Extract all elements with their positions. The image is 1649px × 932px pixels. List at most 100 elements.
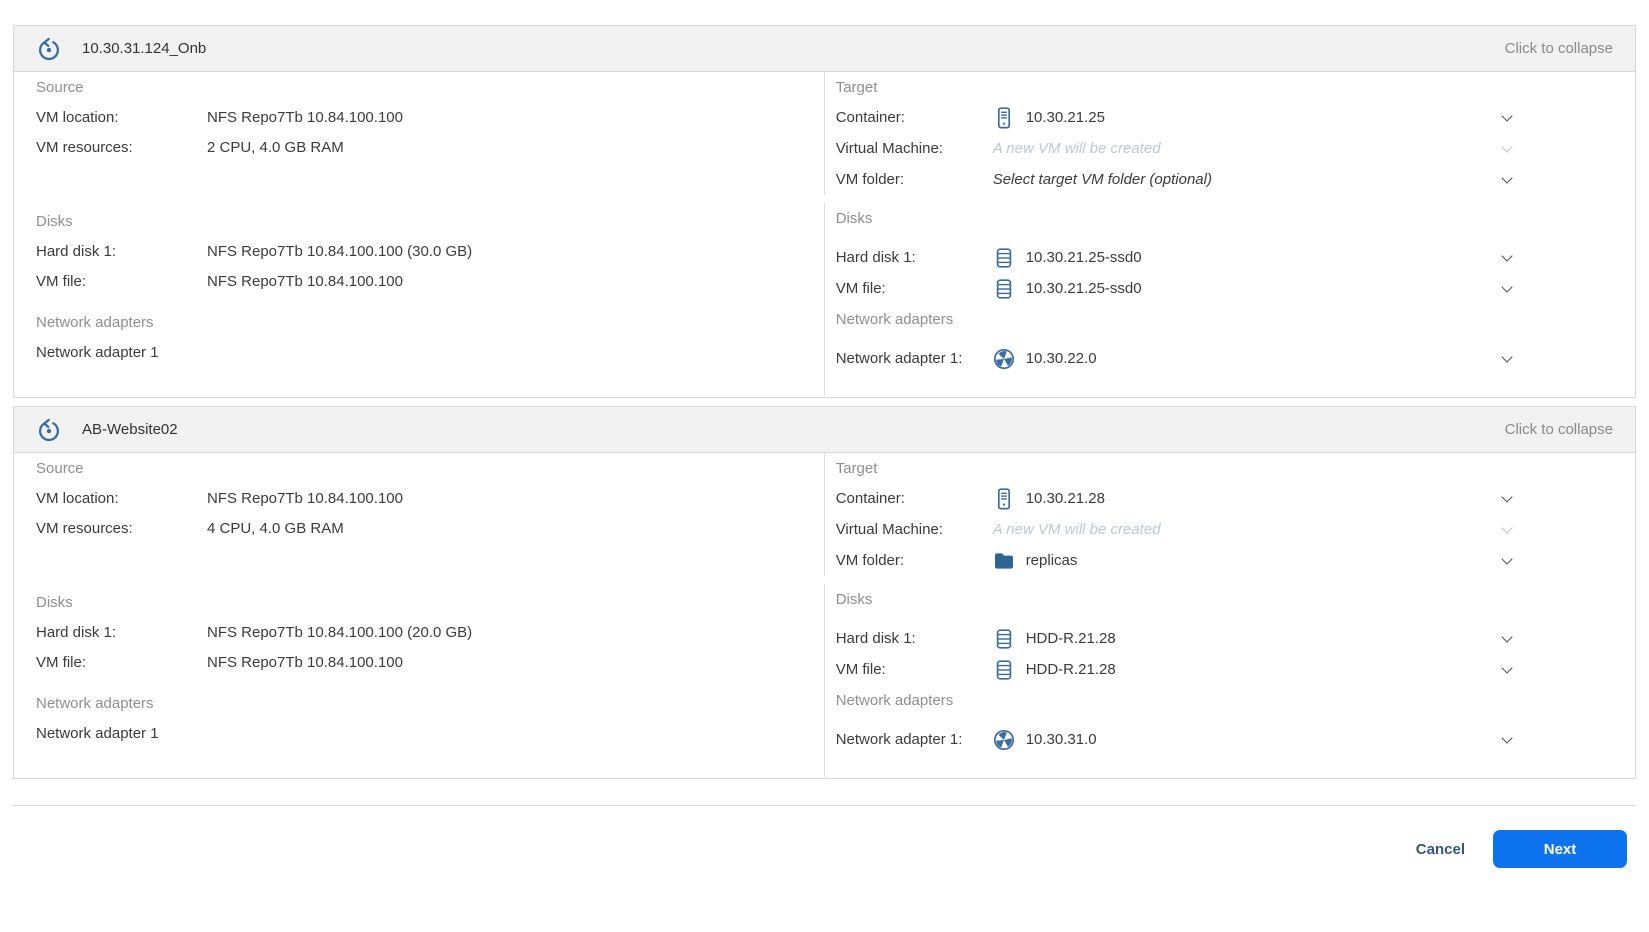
container-select[interactable]: 10.30.21.25	[993, 102, 1635, 133]
target-heading: Target	[835, 78, 878, 96]
target-disks-group: Disks Hard disk 1: 10.30.21.25-ssd0 VM f…	[823, 203, 1635, 396]
vm-panel-1-body: Source VM location: NFS Repo7Tb 10.84.10…	[14, 72, 1635, 397]
target-hard-disk-row: Hard disk 1: 10.30.21.25-ssd0	[836, 242, 1635, 273]
network-adapter-select[interactable]: 10.30.22.0	[993, 343, 1635, 374]
target-disks-heading: Disks	[835, 590, 873, 608]
target-group: Target Container:	[823, 72, 1635, 195]
source-column: Source VM location: NFS Repo7Tb 10.84.10…	[14, 72, 824, 397]
vm-folder-row: VM folder: replicas	[836, 545, 1635, 576]
source-disks-heading: Disks	[36, 593, 73, 611]
chevron-down-icon[interactable]	[1501, 555, 1513, 567]
vm-panel-2-header[interactable]: AB-Website02 Click to collapse	[14, 407, 1635, 453]
vm-resources-value: 4 CPU, 4.0 GB RAM	[207, 519, 344, 537]
replication-icon	[36, 36, 62, 62]
network-adapter-value: 10.30.22.0	[1025, 350, 1097, 367]
virtual-machine-label: Virtual Machine:	[835, 140, 943, 157]
network-adapter-label: Network adapter 1:	[835, 350, 963, 367]
container-row: Container: 10.30.21.28	[836, 483, 1635, 514]
source-network-adapter-row: Network adapter 1	[36, 718, 824, 748]
wizard-footer: Cancel Next	[0, 806, 1649, 868]
host-icon	[993, 106, 1015, 129]
vm-resources-value: 2 CPU, 4.0 GB RAM	[207, 138, 344, 156]
source-vm-file-row: VM file: NFS Repo7Tb 10.84.100.100	[36, 647, 824, 677]
network-icon	[993, 348, 1015, 370]
hard-disk-value: NFS Repo7Tb 10.84.100.100 (30.0 GB)	[207, 242, 473, 260]
vm-resources-label: VM resources:	[36, 519, 133, 537]
vm-file-value: 10.30.21.25-ssd0	[1025, 280, 1142, 297]
vm-panel-1-header[interactable]: 10.30.31.124_Onb Click to collapse	[14, 26, 1635, 72]
chevron-down-icon[interactable]	[1501, 633, 1513, 645]
virtual-machine-placeholder: A new VM will be created	[992, 140, 1161, 157]
hard-disk-select[interactable]: 10.30.21.25-ssd0	[993, 242, 1635, 273]
vm-resources-label: VM resources:	[36, 138, 133, 156]
network-adapter-value: 10.30.31.0	[1025, 731, 1097, 748]
target-disks-group: Disks Hard disk 1: HDD-R.21.28 VM file: …	[823, 584, 1635, 777]
hard-disk-select[interactable]: HDD-R.21.28	[993, 623, 1635, 654]
virtual-machine-select: A new VM will be created	[993, 133, 1635, 164]
source-column: Source VM location: NFS Repo7Tb 10.84.10…	[14, 453, 824, 778]
replication-icon	[36, 417, 62, 443]
container-value: 10.30.21.25	[1025, 109, 1105, 126]
vm-location-row: VM location: NFS Repo7Tb 10.84.100.100	[36, 483, 824, 513]
source-hard-disk-row: Hard disk 1: NFS Repo7Tb 10.84.100.100 (…	[36, 617, 824, 647]
vm-folder-row: VM folder: Select target VM folder (opti…	[836, 164, 1635, 195]
vm-file-select[interactable]: 10.30.21.25-ssd0	[993, 273, 1635, 304]
vm-file-value: NFS Repo7Tb 10.84.100.100	[207, 272, 403, 290]
host-icon	[993, 487, 1015, 510]
source-disks-heading: Disks	[36, 212, 73, 230]
chevron-down-icon[interactable]	[1501, 174, 1513, 186]
vm-folder-select[interactable]: replicas	[993, 545, 1635, 576]
vm-location-label: VM location:	[36, 108, 119, 126]
chevron-down-icon	[1501, 524, 1513, 536]
source-network-adapter-row: Network adapter 1	[36, 337, 824, 367]
target-heading: Target	[835, 459, 878, 477]
cancel-button[interactable]: Cancel	[1416, 841, 1465, 858]
vm-file-select[interactable]: HDD-R.21.28	[993, 654, 1635, 685]
container-label: Container:	[835, 109, 905, 126]
vm-file-value: NFS Repo7Tb 10.84.100.100	[207, 653, 403, 671]
container-label: Container:	[835, 490, 905, 507]
chevron-down-icon[interactable]	[1501, 252, 1513, 264]
container-select[interactable]: 10.30.21.28	[993, 483, 1635, 514]
target-network-heading: Network adapters	[835, 691, 954, 709]
virtual-machine-label: Virtual Machine:	[835, 521, 943, 538]
vm-panel-2: AB-Website02 Click to collapse Source VM…	[13, 406, 1636, 779]
container-row: Container: 10.30.21.25	[836, 102, 1635, 133]
vm-folder-value: Select target VM folder (optional)	[992, 171, 1212, 188]
container-value: 10.30.21.28	[1025, 490, 1105, 507]
chevron-down-icon[interactable]	[1501, 493, 1513, 505]
chevron-down-icon[interactable]	[1501, 353, 1513, 365]
vm-resources-row: VM resources: 2 CPU, 4.0 GB RAM	[36, 132, 824, 162]
hard-disk-label: Hard disk 1:	[835, 249, 916, 266]
chevron-down-icon[interactable]	[1501, 734, 1513, 746]
chevron-down-icon[interactable]	[1501, 283, 1513, 295]
next-button[interactable]: Next	[1493, 830, 1627, 868]
chevron-down-icon[interactable]	[1501, 664, 1513, 676]
collapse-hint[interactable]: Click to collapse	[1505, 40, 1613, 57]
network-icon	[993, 729, 1015, 751]
vm-location-value: NFS Repo7Tb 10.84.100.100	[207, 108, 403, 126]
disk-icon	[993, 628, 1015, 649]
network-adapter-select[interactable]: 10.30.31.0	[993, 724, 1635, 755]
source-network-heading: Network adapters	[36, 313, 154, 331]
vm-folder-label: VM folder:	[835, 171, 905, 188]
target-vm-file-row: VM file: HDD-R.21.28	[836, 654, 1635, 685]
vm-file-label: VM file:	[835, 661, 886, 678]
target-column: Target Container:	[823, 453, 1635, 778]
vm-folder-select[interactable]: Select target VM folder (optional)	[993, 164, 1635, 195]
target-network-heading: Network adapters	[835, 310, 954, 328]
hard-disk-value: HDD-R.21.28	[1025, 630, 1116, 647]
vm-panel-2-body: Source VM location: NFS Repo7Tb 10.84.10…	[14, 453, 1635, 778]
hard-disk-label: Hard disk 1:	[835, 630, 916, 647]
target-network-adapter-row: Network adapter 1: 10.30.22.0	[836, 343, 1635, 374]
vm-panel-title: 10.30.31.124_Onb	[82, 40, 207, 57]
collapse-hint[interactable]: Click to collapse	[1505, 421, 1613, 438]
network-adapter-label: Network adapter 1	[36, 343, 159, 361]
virtual-machine-placeholder: A new VM will be created	[992, 521, 1161, 538]
source-heading: Source	[36, 459, 84, 477]
vm-file-label: VM file:	[835, 280, 886, 297]
vm-file-label: VM file:	[36, 272, 87, 290]
target-group: Target Container:	[823, 453, 1635, 576]
chevron-down-icon[interactable]	[1501, 112, 1513, 124]
disk-icon	[993, 659, 1015, 680]
